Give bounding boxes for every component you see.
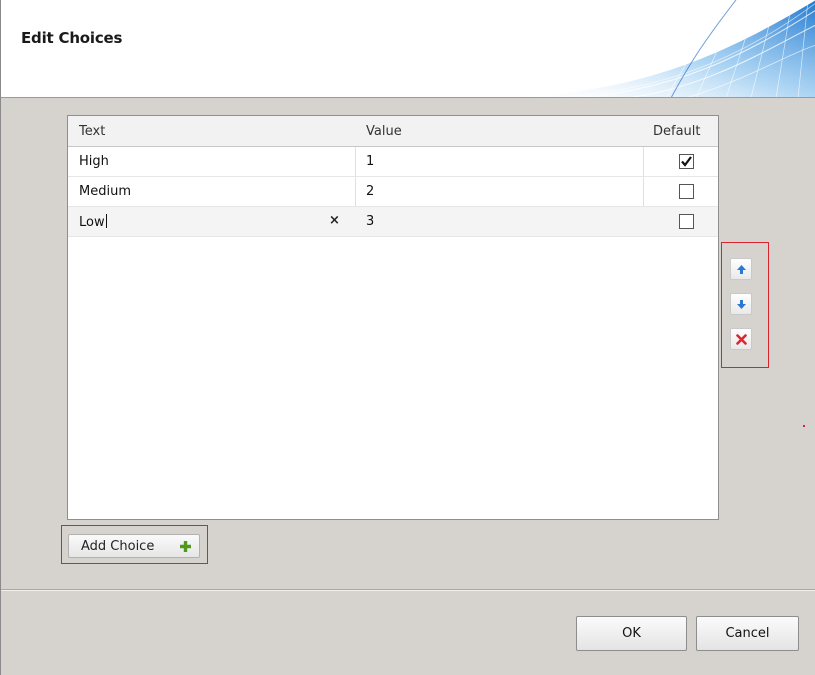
grid-header: Text Value Default xyxy=(68,116,718,147)
choice-value-cell[interactable]: 3 xyxy=(366,214,374,229)
add-choice-button[interactable]: Add Choice xyxy=(68,534,200,558)
clear-text-icon[interactable]: × xyxy=(329,213,340,228)
dialog-header: Edit Choices xyxy=(1,0,815,98)
column-header-text[interactable]: Text xyxy=(79,124,105,139)
table-row[interactable]: High 1 xyxy=(68,147,718,177)
default-checkbox[interactable] xyxy=(679,184,694,199)
move-down-button[interactable] xyxy=(730,293,752,315)
edit-choices-dialog: Edit Choices Text Value Default High 1 M… xyxy=(0,0,815,675)
choice-value-cell[interactable]: 2 xyxy=(366,184,374,199)
choices-grid: Text Value Default High 1 Medium 2 Low ×… xyxy=(67,115,719,520)
arrow-down-icon xyxy=(737,300,746,309)
table-row[interactable]: Medium 2 xyxy=(68,177,718,207)
stray-mark xyxy=(803,425,805,427)
choice-text-cell[interactable]: High xyxy=(79,154,109,169)
delete-x-icon xyxy=(736,334,747,345)
column-header-value[interactable]: Value xyxy=(366,124,402,139)
choice-text-cell[interactable]: Medium xyxy=(79,184,131,199)
choice-text-value: Low xyxy=(79,215,105,230)
text-caret xyxy=(105,214,107,228)
delete-choice-button[interactable] xyxy=(730,328,752,350)
table-row[interactable]: Low × 3 xyxy=(68,207,718,237)
checkmark-icon xyxy=(681,156,692,167)
choice-text-input[interactable]: Low xyxy=(79,214,107,230)
default-checkbox[interactable] xyxy=(679,154,694,169)
footer-divider-highlight xyxy=(1,590,815,591)
arrow-up-icon xyxy=(737,265,746,274)
column-header-default[interactable]: Default xyxy=(653,124,701,139)
default-checkbox[interactable] xyxy=(679,214,694,229)
header-decoration xyxy=(523,0,815,97)
cancel-button[interactable]: Cancel xyxy=(696,616,799,651)
move-up-button[interactable] xyxy=(730,258,752,280)
add-choice-label: Add Choice xyxy=(81,539,155,554)
plus-icon xyxy=(180,541,191,552)
dialog-title: Edit Choices xyxy=(21,29,123,47)
ok-button[interactable]: OK xyxy=(576,616,687,651)
choice-value-cell[interactable]: 1 xyxy=(366,154,374,169)
